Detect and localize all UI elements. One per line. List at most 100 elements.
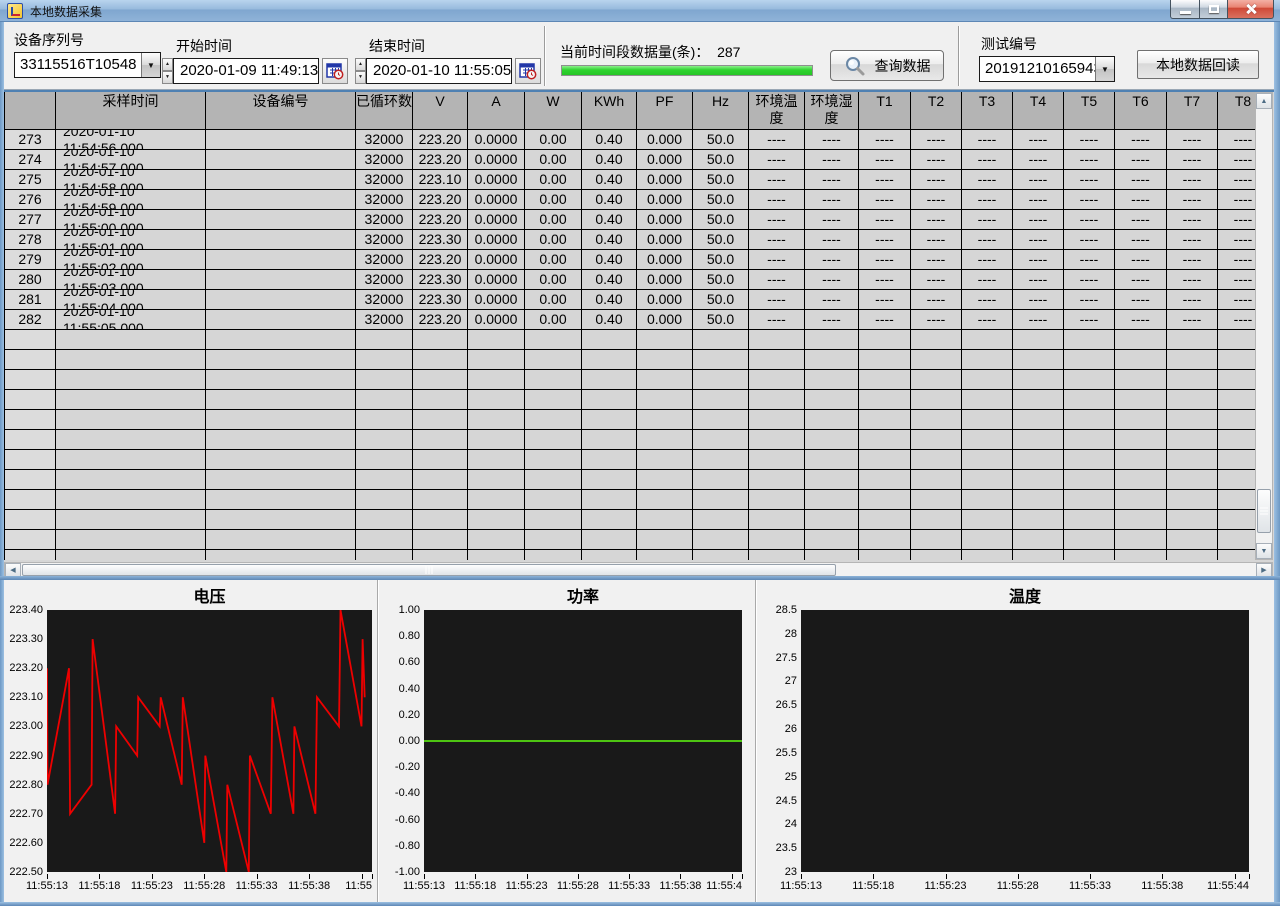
table-cell[interactable]: [693, 550, 749, 560]
table-cell[interactable]: [413, 430, 468, 450]
table-cell[interactable]: [413, 550, 468, 560]
table-cell[interactable]: [805, 390, 859, 410]
table-cell[interactable]: [206, 250, 356, 270]
table-cell[interactable]: 2020-01-10 11:54:58.000: [56, 170, 206, 190]
table-cell[interactable]: [356, 550, 413, 560]
table-cell[interactable]: [413, 350, 468, 370]
table-cell[interactable]: [693, 350, 749, 370]
table-cell[interactable]: [56, 430, 206, 450]
table-cell[interactable]: 2020-01-10 11:54:57.000: [56, 150, 206, 170]
table-cell[interactable]: [693, 370, 749, 390]
table-cell[interactable]: [805, 450, 859, 470]
table-cell[interactable]: [749, 550, 805, 560]
table-cell[interactable]: [413, 410, 468, 430]
table-cell[interactable]: [1013, 410, 1064, 430]
table-cell[interactable]: [525, 350, 582, 370]
table-cell[interactable]: [206, 130, 356, 150]
table-cell[interactable]: [413, 450, 468, 470]
table-cell[interactable]: [582, 350, 637, 370]
table-cell[interactable]: [1218, 330, 1255, 350]
table-cell[interactable]: [468, 370, 525, 390]
table-cell[interactable]: ----: [1218, 130, 1255, 150]
table-cell[interactable]: 223.20: [413, 150, 468, 170]
table-cell[interactable]: [413, 390, 468, 410]
table-cell[interactable]: 281: [5, 290, 56, 310]
table-cell[interactable]: [56, 350, 206, 370]
table-cell[interactable]: 50.0: [693, 250, 749, 270]
table-cell[interactable]: [413, 470, 468, 490]
table-cell[interactable]: 0.000: [637, 190, 693, 210]
table-cell[interactable]: [911, 350, 962, 370]
table-cell[interactable]: 223.20: [413, 250, 468, 270]
table-cell[interactable]: 0.40: [582, 210, 637, 230]
table-cell[interactable]: [1167, 410, 1218, 430]
table-cell[interactable]: 274: [5, 150, 56, 170]
table-cell[interactable]: ----: [1115, 130, 1167, 150]
table-cell[interactable]: ----: [911, 290, 962, 310]
table-cell[interactable]: [206, 550, 356, 560]
table-cell[interactable]: [56, 530, 206, 550]
table-cell[interactable]: ----: [805, 230, 859, 250]
table-cell[interactable]: 280: [5, 270, 56, 290]
table-cell[interactable]: ----: [1013, 170, 1064, 190]
table-cell[interactable]: ----: [1218, 290, 1255, 310]
table-cell[interactable]: [1115, 550, 1167, 560]
table-cell[interactable]: [525, 550, 582, 560]
table-cell[interactable]: [1064, 430, 1115, 450]
table-cell[interactable]: [962, 450, 1013, 470]
table-cell[interactable]: ----: [805, 310, 859, 330]
table-cell[interactable]: [859, 390, 911, 410]
table-cell[interactable]: [468, 350, 525, 370]
table-cell[interactable]: 0.00: [525, 130, 582, 150]
table-cell[interactable]: ----: [859, 130, 911, 150]
table-cell[interactable]: [206, 210, 356, 230]
table-cell[interactable]: [637, 490, 693, 510]
table-cell[interactable]: [1218, 550, 1255, 560]
table-cell[interactable]: [805, 490, 859, 510]
table-cell[interactable]: [206, 190, 356, 210]
table-cell[interactable]: ----: [1013, 310, 1064, 330]
table-cell[interactable]: [206, 410, 356, 430]
table-cell[interactable]: ----: [962, 190, 1013, 210]
table-cell[interactable]: 50.0: [693, 150, 749, 170]
table-cell[interactable]: [637, 510, 693, 530]
table-cell[interactable]: [206, 270, 356, 290]
table-cell[interactable]: [749, 430, 805, 450]
table-cell[interactable]: [5, 490, 56, 510]
table-cell[interactable]: [582, 450, 637, 470]
table-cell[interactable]: [1115, 430, 1167, 450]
table-cell[interactable]: [911, 370, 962, 390]
table-cell[interactable]: [1167, 530, 1218, 550]
table-cell[interactable]: [1064, 330, 1115, 350]
table-cell[interactable]: 0.0000: [468, 210, 525, 230]
table-cell[interactable]: [525, 390, 582, 410]
scroll-left-icon[interactable]: ◀: [5, 563, 21, 577]
table-cell[interactable]: [859, 490, 911, 510]
table-cell[interactable]: [1218, 370, 1255, 390]
table-cell[interactable]: [1218, 410, 1255, 430]
table-cell[interactable]: [525, 470, 582, 490]
table-cell[interactable]: ----: [1013, 290, 1064, 310]
table-cell[interactable]: ----: [749, 290, 805, 310]
spinner-down-icon[interactable]: ▼: [162, 71, 173, 84]
table-cell[interactable]: [5, 330, 56, 350]
table-cell[interactable]: [582, 430, 637, 450]
table-cell[interactable]: [356, 370, 413, 390]
table-cell[interactable]: [356, 490, 413, 510]
table-cell[interactable]: 223.30: [413, 290, 468, 310]
table-cell[interactable]: ----: [911, 170, 962, 190]
table-cell[interactable]: 223.20: [413, 310, 468, 330]
table-cell[interactable]: [206, 510, 356, 530]
table-cell[interactable]: 223.20: [413, 210, 468, 230]
chevron-down-icon[interactable]: ▼: [141, 53, 160, 77]
table-cell[interactable]: [1013, 490, 1064, 510]
table-cell[interactable]: [1013, 470, 1064, 490]
table-cell[interactable]: [962, 550, 1013, 560]
table-cell[interactable]: [1064, 530, 1115, 550]
table-cell[interactable]: 32000: [356, 250, 413, 270]
table-cell[interactable]: [525, 490, 582, 510]
table-cell[interactable]: [1167, 490, 1218, 510]
table-cell[interactable]: ----: [1013, 250, 1064, 270]
table-cell[interactable]: [582, 490, 637, 510]
table-cell[interactable]: [206, 290, 356, 310]
